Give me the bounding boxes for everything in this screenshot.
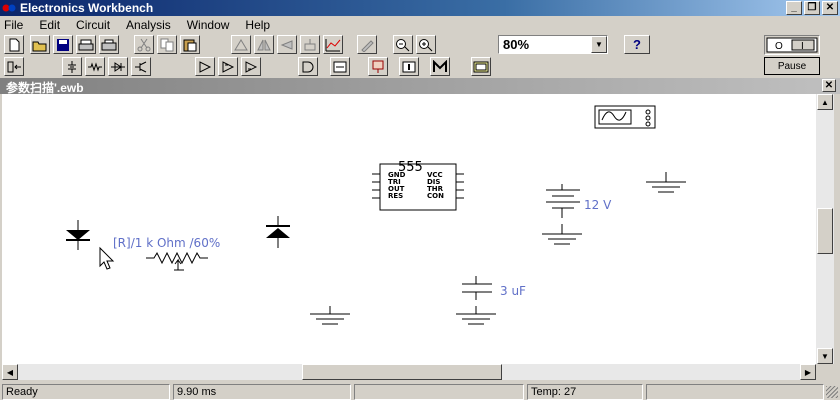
minimize-button[interactable]: _ bbox=[786, 1, 802, 15]
scroll-down-icon[interactable]: ▼ bbox=[817, 348, 833, 364]
miscellaneous-parts-icon[interactable] bbox=[430, 57, 450, 76]
restore-button[interactable]: ❐ bbox=[804, 1, 820, 15]
cut-icon[interactable] bbox=[134, 35, 154, 54]
subcircuit-icon[interactable] bbox=[300, 35, 320, 54]
mouse-pointer-icon bbox=[99, 246, 115, 270]
paste-icon[interactable] bbox=[180, 35, 200, 54]
menu-edit[interactable]: Edit bbox=[39, 18, 60, 32]
basic-parts-icon[interactable] bbox=[85, 57, 105, 76]
ic-pins-left: GND TRI OUT RES bbox=[388, 172, 405, 200]
status-temp: Temp: 27 bbox=[527, 384, 643, 400]
rotate-icon[interactable] bbox=[231, 35, 251, 54]
sources-parts-icon[interactable] bbox=[62, 57, 82, 76]
help-button[interactable]: ? bbox=[624, 35, 650, 54]
capacitor-label: 3 uF bbox=[500, 284, 526, 298]
mixed-ics-parts-icon[interactable] bbox=[218, 57, 238, 76]
power-switch[interactable]: O I bbox=[764, 35, 820, 55]
menu-analysis[interactable]: Analysis bbox=[126, 18, 171, 32]
diodes-parts-icon[interactable] bbox=[108, 57, 128, 76]
vertical-scrollbar[interactable]: ▲ ▼ bbox=[816, 94, 834, 364]
potentiometer-label: [R]/1 k Ohm /60% bbox=[113, 236, 221, 250]
component-properties-icon[interactable] bbox=[357, 35, 377, 54]
transistors-parts-icon[interactable] bbox=[131, 57, 151, 76]
ic-pin-label: CON bbox=[427, 192, 444, 200]
status-time: 9.90 ms bbox=[173, 384, 351, 400]
ic-pins-right: VCC DIS THR CON bbox=[427, 172, 444, 200]
copy-icon[interactable] bbox=[157, 35, 177, 54]
horizontal-scrollbar[interactable]: ◀ ▶ bbox=[2, 364, 816, 380]
status-bar: Ready 9.90 ms Temp: 27 bbox=[0, 382, 840, 400]
zoom-value: 80% bbox=[503, 37, 530, 52]
main-toolbar: 80% ▼ ? bbox=[0, 34, 760, 56]
print-setup-icon[interactable] bbox=[99, 35, 119, 54]
ground-symbol[interactable] bbox=[456, 306, 496, 325]
oscilloscope[interactable] bbox=[594, 105, 656, 129]
pause-button[interactable]: Pause bbox=[764, 57, 820, 75]
scroll-left-icon[interactable]: ◀ bbox=[2, 364, 18, 380]
vertical-scroll-thumb[interactable] bbox=[817, 208, 833, 254]
flip-horizontal-icon[interactable] bbox=[254, 35, 274, 54]
close-button[interactable]: ✕ bbox=[822, 1, 838, 15]
scroll-right-icon[interactable]: ▶ bbox=[800, 364, 816, 380]
ground-symbol[interactable] bbox=[646, 172, 686, 193]
ground-symbol[interactable] bbox=[542, 224, 582, 245]
menu-file[interactable]: File bbox=[4, 18, 23, 32]
controls-parts-icon[interactable] bbox=[399, 57, 419, 76]
print-icon[interactable] bbox=[76, 35, 96, 54]
circuit-canvas[interactable]: 555 GND TRI OUT RES VCC DIS THR CON [R]/… bbox=[2, 94, 816, 364]
zoom-out-icon[interactable] bbox=[393, 35, 413, 54]
menu-bar: File Edit Circuit Analysis Window Help bbox=[0, 16, 840, 34]
logic-gates-parts-icon[interactable] bbox=[298, 57, 318, 76]
menu-circuit[interactable]: Circuit bbox=[76, 18, 110, 32]
analog-ics-parts-icon[interactable] bbox=[195, 57, 215, 76]
menu-window[interactable]: Window bbox=[187, 18, 230, 32]
app-icon bbox=[2, 4, 16, 12]
window-title: Electronics Workbench bbox=[20, 1, 154, 15]
new-file-icon[interactable] bbox=[4, 35, 24, 54]
potentiometer-symbol[interactable] bbox=[146, 251, 208, 271]
graph-icon[interactable] bbox=[323, 35, 343, 54]
horizontal-scroll-thumb[interactable] bbox=[302, 364, 502, 380]
parts-toolbar bbox=[0, 56, 760, 78]
zoom-in-icon[interactable] bbox=[416, 35, 436, 54]
favorites-parts-icon[interactable] bbox=[4, 57, 24, 76]
zoom-select[interactable]: 80% ▼ bbox=[498, 35, 608, 54]
svg-text:O: O bbox=[775, 41, 783, 52]
diode-symbol[interactable] bbox=[266, 216, 290, 248]
open-folder-icon[interactable] bbox=[30, 35, 50, 54]
digital-parts-icon[interactable] bbox=[330, 57, 350, 76]
svg-text:I: I bbox=[801, 41, 804, 52]
battery-symbol[interactable] bbox=[546, 184, 580, 218]
status-empty bbox=[646, 384, 824, 400]
battery-label: 12 V bbox=[584, 198, 612, 212]
instruments-parts-icon[interactable] bbox=[471, 57, 491, 76]
power-switch-icon: O I bbox=[766, 37, 818, 53]
resize-grip-icon[interactable] bbox=[826, 386, 838, 398]
digital-ics-parts-icon[interactable] bbox=[241, 57, 261, 76]
indicators-parts-icon[interactable] bbox=[368, 57, 388, 76]
status-empty bbox=[354, 384, 524, 400]
menu-help[interactable]: Help bbox=[245, 18, 270, 32]
chevron-down-icon[interactable]: ▼ bbox=[591, 36, 607, 53]
diode-symbol[interactable] bbox=[66, 220, 90, 250]
flip-vertical-icon[interactable] bbox=[277, 35, 297, 54]
document-close-icon[interactable]: ✕ bbox=[822, 79, 836, 92]
status-state: Ready bbox=[2, 384, 170, 400]
save-icon[interactable] bbox=[53, 35, 73, 54]
capacitor-symbol[interactable] bbox=[462, 276, 492, 300]
circuit-drawing bbox=[66, 105, 686, 325]
ic-pin-label: RES bbox=[388, 192, 404, 200]
ground-symbol[interactable] bbox=[310, 306, 350, 325]
title-bar: Electronics Workbench _ ❐ ✕ bbox=[0, 0, 840, 16]
scroll-up-icon[interactable]: ▲ bbox=[817, 94, 833, 110]
document-title-bar: 参数扫描'.ewb ✕ bbox=[0, 78, 840, 95]
